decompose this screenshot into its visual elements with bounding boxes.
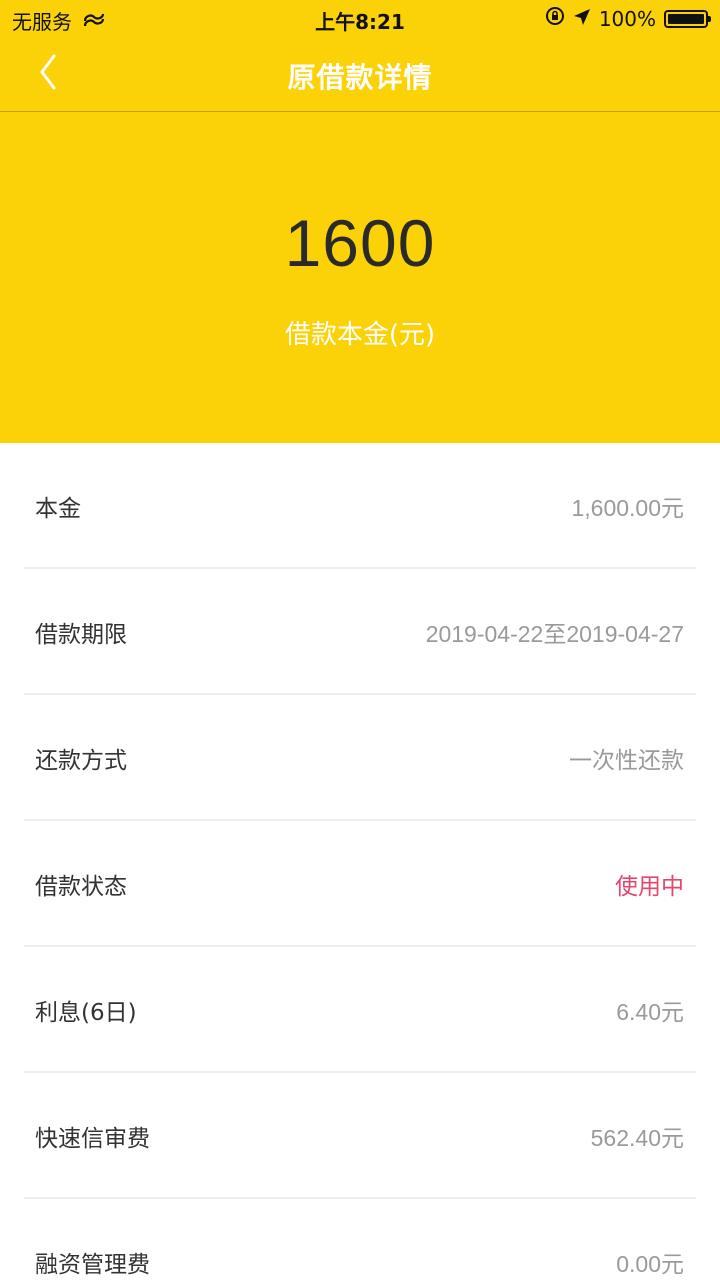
screen: 无服务 上午8:21 100% 原借款详情 1600 借款本金(元) 本金 1,… xyxy=(0,0,720,1280)
detail-value: 6.40元 xyxy=(616,999,684,1025)
battery-icon xyxy=(664,9,711,28)
detail-label: 融资管理费 xyxy=(35,1252,150,1278)
detail-value: 2019-04-22至2019-04-27 xyxy=(425,621,684,647)
location-arrow-icon xyxy=(573,7,591,31)
status-value: 使用中 xyxy=(615,873,684,899)
nav-bar: 原借款详情 xyxy=(0,38,720,112)
detail-label: 利息(6日) xyxy=(35,1000,137,1026)
detail-label: 快速信审费 xyxy=(35,1126,150,1152)
detail-row-status: 借款状态 使用中 xyxy=(24,821,696,947)
detail-value: 562.40元 xyxy=(590,1125,684,1151)
status-right: 100% xyxy=(537,6,711,31)
detail-value: 0.00元 xyxy=(616,1251,684,1277)
status-bar: 无服务 上午8:21 100% xyxy=(0,0,720,38)
detail-row-management-fee: 融资管理费 0.00元 xyxy=(24,1199,696,1280)
battery-percent: 100% xyxy=(598,6,656,31)
detail-value: 1,600.00元 xyxy=(571,495,684,521)
detail-row-review-fee: 快速信审费 562.40元 xyxy=(24,1073,696,1199)
detail-row-repayment-method: 还款方式 一次性还款 xyxy=(24,695,696,821)
loan-amount: 1600 xyxy=(284,206,436,280)
detail-row-term: 借款期限 2019-04-22至2019-04-27 xyxy=(24,569,696,695)
detail-label: 借款期限 xyxy=(35,622,127,648)
detail-row-interest: 利息(6日) 6.40元 xyxy=(24,947,696,1073)
detail-value: 一次性还款 xyxy=(569,747,684,773)
detail-label: 借款状态 xyxy=(35,874,127,900)
header-background: 无服务 上午8:21 100% 原借款详情 1600 借款本金(元) xyxy=(0,0,720,443)
page-title: 原借款详情 xyxy=(287,61,433,94)
detail-label: 还款方式 xyxy=(35,748,127,774)
details-list: 本金 1,600.00元 借款期限 2019-04-22至2019-04-27 … xyxy=(0,443,720,1280)
loan-amount-label: 借款本金(元) xyxy=(284,320,436,350)
detail-label: 本金 xyxy=(35,496,81,522)
rotation-lock-icon xyxy=(545,6,565,31)
detail-row-principal: 本金 1,600.00元 xyxy=(24,443,696,569)
